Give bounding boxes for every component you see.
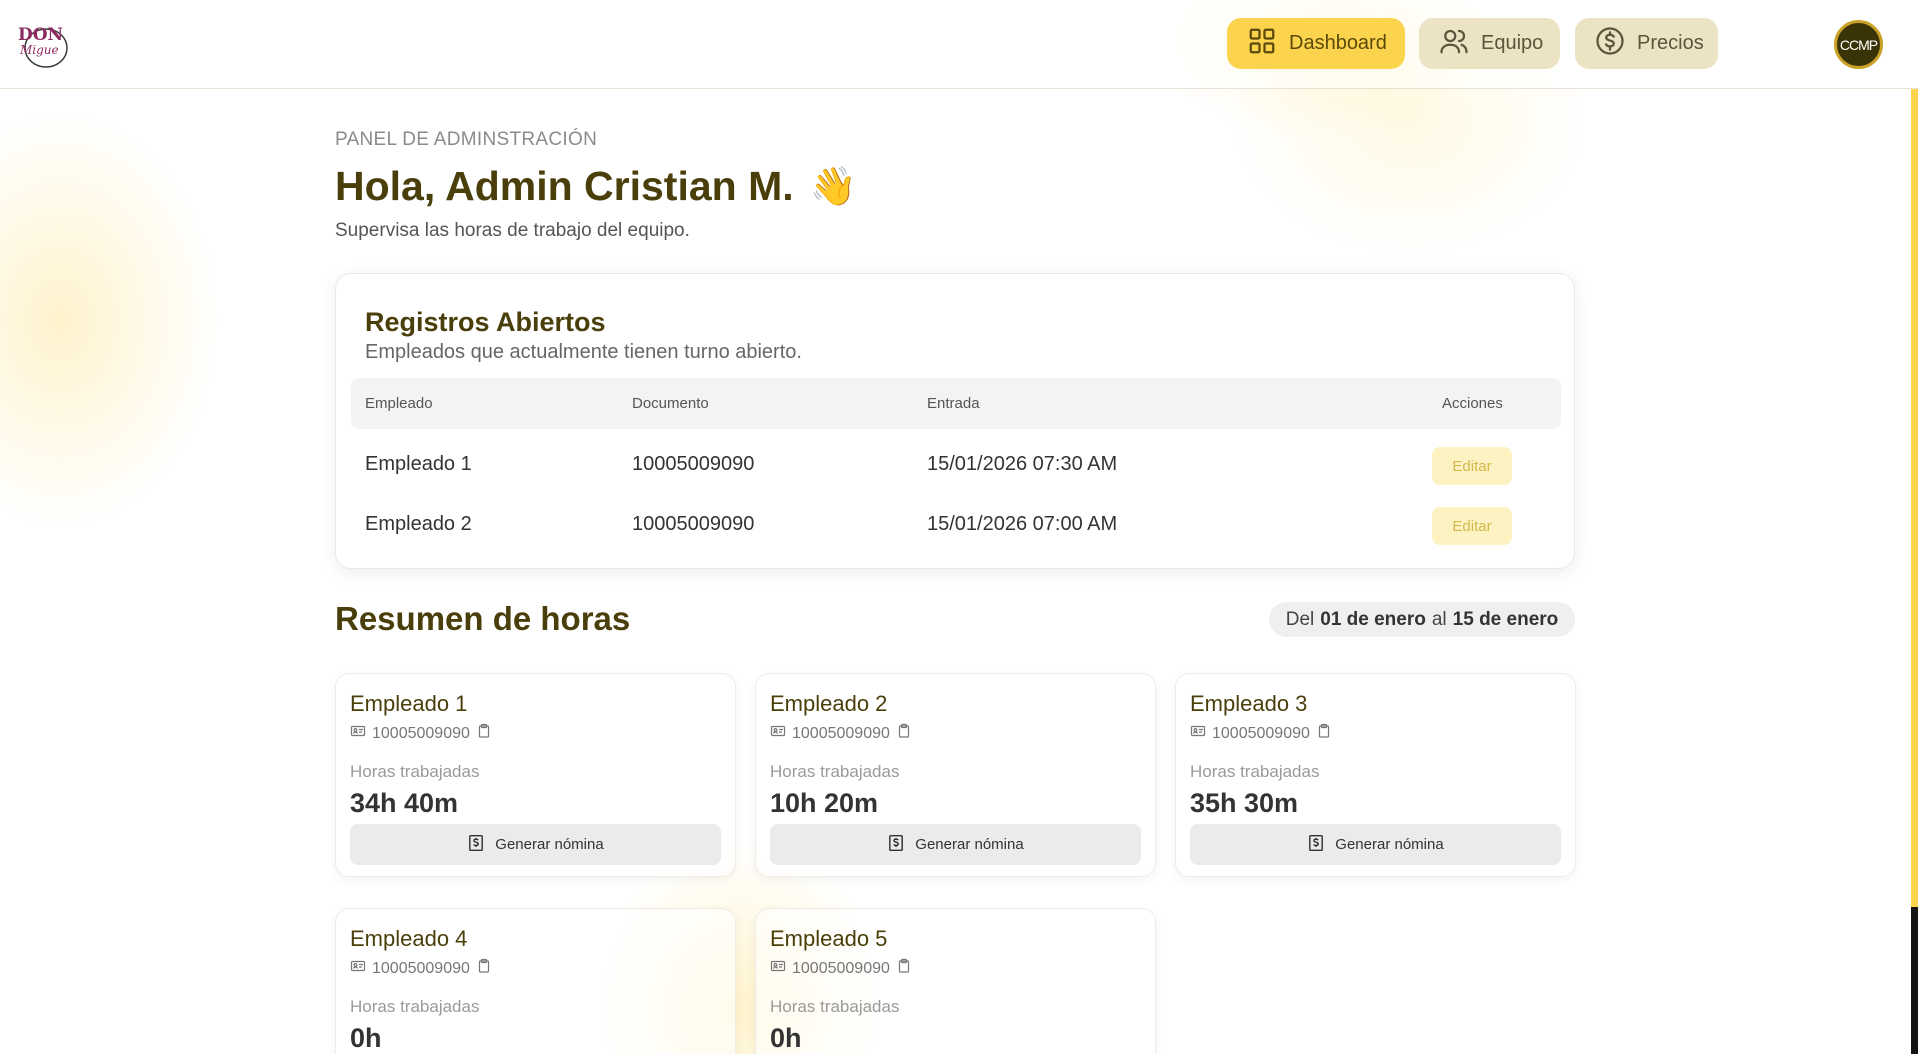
id-card-icon [350, 723, 366, 744]
hours-label: Horas trabajadas [770, 997, 900, 1016]
user-avatar[interactable]: CCMP [1834, 20, 1883, 69]
page-title: Hola, Admin Cristian M. 👋 [335, 163, 857, 210]
id-card-icon [350, 958, 366, 979]
hours-value: 0h [770, 1023, 802, 1053]
column-header-empleado: Empleado [365, 395, 433, 412]
nav-equipo[interactable]: Equipo [1419, 18, 1560, 69]
employee-card: Empleado 2 10005009090 Horas trabajadas … [755, 673, 1156, 877]
employee-card: Empleado 3 10005009090 Horas trabajadas … [1175, 673, 1576, 877]
generate-payroll-label: Generar nómina [495, 836, 604, 853]
hours-label: Horas trabajadas [350, 997, 480, 1016]
table-row: Empleado 1 10005009090 15/01/2026 07:30 … [351, 437, 1561, 493]
open-records-subtitle: Empleados que actualmente tienen turno a… [365, 341, 802, 363]
cell-document: 10005009090 [632, 513, 755, 535]
generate-payroll-button[interactable]: Generar nómina [350, 824, 721, 865]
range-mid: al [1431, 608, 1447, 630]
range-start: 01 de enero [1320, 608, 1426, 630]
summary-title: Resumen de horas [335, 600, 631, 637]
generate-payroll-label: Generar nómina [1335, 836, 1444, 853]
table-row: Empleado 2 10005009090 15/01/2026 07:00 … [351, 497, 1561, 553]
hours-value: 0h [350, 1023, 382, 1053]
clipboard-icon[interactable] [896, 958, 912, 979]
generate-payroll-button[interactable]: Generar nómina [1190, 824, 1561, 865]
hours-label: Horas trabajadas [1190, 762, 1320, 781]
document-number: 10005009090 [372, 724, 470, 742]
page-subtitle: Supervisa las horas de trabajo del equip… [335, 220, 690, 241]
date-range-badge: Del 01 de enero al 15 de enero [1269, 602, 1575, 637]
column-header-documento: Documento [632, 395, 709, 412]
open-records-title: Registros Abiertos [365, 307, 606, 337]
id-card-icon [770, 723, 786, 744]
cell-entry: 15/01/2026 07:00 AM [927, 513, 1118, 535]
document-number: 10005009090 [792, 724, 890, 742]
clipboard-icon[interactable] [476, 723, 492, 744]
generate-payroll-label: Generar nómina [915, 836, 1024, 853]
employee-name: Empleado 2 [770, 691, 888, 716]
hours-label: Horas trabajadas [770, 762, 900, 781]
svg-text:DON: DON [18, 25, 63, 45]
range-prefix: Del [1285, 608, 1315, 630]
employee-document: 10005009090 [350, 723, 492, 744]
open-records-card: Registros Abiertos Empleados que actualm… [335, 273, 1575, 569]
id-card-icon [1190, 723, 1206, 744]
employee-document: 10005009090 [770, 958, 912, 979]
svg-text:Migue: Migue [19, 43, 59, 57]
top-bar: DON Migue Dashboard Equipo Precios CCMP [0, 0, 1918, 89]
employee-card: Empleado 4 10005009090 Horas trabajadas … [335, 908, 736, 1054]
employee-card: Empleado 1 10005009090 Horas trabajadas … [335, 673, 736, 877]
dollar-circle-icon [1595, 26, 1625, 62]
cell-document: 10005009090 [632, 453, 755, 475]
employee-document: 10005009090 [350, 958, 492, 979]
cell-entry: 15/01/2026 07:30 AM [927, 453, 1118, 475]
users-icon [1439, 26, 1469, 62]
document-number: 10005009090 [372, 959, 470, 977]
panel-eyebrow: PANEL DE ADMINSTRACIÓN [335, 129, 598, 150]
nav-dashboard-label: Dashboard [1289, 32, 1387, 54]
hours-value: 35h 30m [1190, 788, 1299, 818]
greeting-text: Hola, Admin Cristian M. [335, 163, 794, 209]
brand-logo[interactable]: DON Migue [16, 18, 70, 70]
edit-button[interactable]: Editar [1432, 447, 1512, 485]
range-end: 15 de enero [1452, 608, 1559, 630]
cell-employee: Empleado 1 [365, 453, 472, 475]
clipboard-icon[interactable] [476, 958, 492, 979]
employee-name: Empleado 5 [770, 926, 888, 951]
employee-document: 10005009090 [1190, 723, 1332, 744]
column-header-acciones: Acciones [1442, 395, 1503, 412]
employee-document: 10005009090 [770, 723, 912, 744]
edit-button[interactable]: Editar [1432, 507, 1512, 545]
generate-payroll-button[interactable]: Generar nómina [770, 824, 1141, 865]
table-header: Empleado Documento Entrada Acciones [351, 378, 1561, 429]
dollar-file-icon [467, 834, 485, 856]
nav-precios[interactable]: Precios [1575, 18, 1718, 69]
document-number: 10005009090 [792, 959, 890, 977]
nav-dashboard[interactable]: Dashboard [1227, 18, 1405, 69]
nav-equipo-label: Equipo [1481, 32, 1544, 54]
nav-precios-label: Precios [1637, 32, 1704, 54]
dollar-file-icon [1307, 834, 1325, 856]
hours-value: 34h 40m [350, 788, 459, 818]
cell-employee: Empleado 2 [365, 513, 472, 535]
employee-name: Empleado 1 [350, 691, 468, 716]
hours-value: 10h 20m [770, 788, 879, 818]
column-header-entrada: Entrada [927, 395, 980, 412]
document-number: 10005009090 [1212, 724, 1310, 742]
employee-card: Empleado 5 10005009090 Horas trabajadas … [755, 908, 1156, 1054]
grid-icon [1247, 26, 1277, 62]
clipboard-icon[interactable] [1316, 723, 1332, 744]
clipboard-icon[interactable] [896, 723, 912, 744]
dollar-file-icon [887, 834, 905, 856]
employee-name: Empleado 3 [1190, 691, 1308, 716]
scrollbar-thumb[interactable] [1911, 907, 1918, 1054]
employee-name: Empleado 4 [350, 926, 468, 951]
hours-label: Horas trabajadas [350, 762, 480, 781]
wave-icon: 👋 [809, 165, 857, 208]
id-card-icon [770, 958, 786, 979]
